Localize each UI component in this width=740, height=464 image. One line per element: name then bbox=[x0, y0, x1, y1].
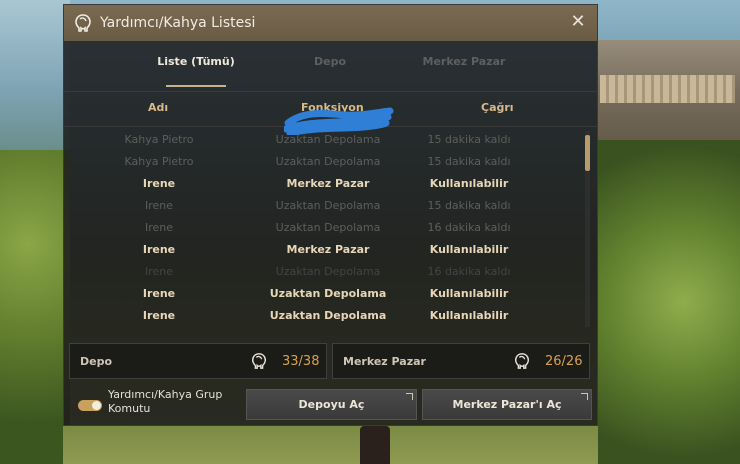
list-item[interactable]: Irene Uzaktan Depolama Kullanılabilir bbox=[64, 283, 584, 305]
butler-list: Kahya Pietro Uzaktan Depolama 15 dakika … bbox=[64, 129, 584, 333]
list-item[interactable]: Kahya Pietro Uzaktan Depolama 15 dakika … bbox=[64, 151, 584, 173]
market-count: 26/26 bbox=[545, 354, 583, 369]
group-command-label: Yardımcı/Kahya Grup Komutu bbox=[108, 388, 223, 415]
tab-bar: Liste (Tümü) Depo Merkez Pazar bbox=[64, 41, 597, 87]
column-name-header[interactable]: Adı bbox=[148, 101, 168, 114]
tab-storage[interactable]: Depo bbox=[300, 55, 360, 68]
expand-corner-icon bbox=[406, 393, 413, 400]
row-name: Irene bbox=[142, 177, 176, 190]
expand-corner-icon bbox=[581, 393, 588, 400]
open-storage-button[interactable]: Depoyu Aç bbox=[246, 389, 417, 420]
tab-list-all[interactable]: Liste (Tümü) bbox=[156, 55, 236, 68]
row-call-status: 16 dakika kaldı bbox=[427, 265, 511, 278]
butler-head-icon bbox=[250, 352, 268, 370]
close-icon[interactable]: ✕ bbox=[569, 13, 587, 31]
row-name: Irene bbox=[142, 309, 176, 322]
character-figure bbox=[360, 426, 390, 464]
tab-central-market[interactable]: Merkez Pazar bbox=[419, 55, 509, 68]
row-call-status: 16 dakika kaldı bbox=[427, 221, 511, 234]
active-tab-indicator bbox=[166, 85, 226, 87]
list-scrollbar-thumb[interactable] bbox=[585, 135, 590, 171]
row-name: Irene bbox=[144, 265, 174, 278]
butler-list-window: Yardımcı/Kahya Listesi ✕ Liste (Tümü) De… bbox=[63, 4, 598, 426]
market-label: Merkez Pazar bbox=[343, 355, 426, 368]
list-item[interactable]: Irene Uzaktan Depolama 16 dakika kaldı bbox=[64, 261, 584, 283]
window-titlebar[interactable]: Yardımcı/Kahya Listesi ✕ bbox=[64, 5, 597, 41]
row-call-status: 15 dakika kaldı bbox=[427, 133, 511, 146]
open-storage-label: Depoyu Aç bbox=[298, 398, 365, 411]
list-item[interactable]: Irene Uzaktan Depolama 16 dakika kaldı bbox=[64, 217, 584, 239]
column-call-header[interactable]: Çağrı bbox=[481, 101, 514, 114]
dock-roof-background bbox=[600, 75, 735, 103]
window-title: Yardımcı/Kahya Listesi bbox=[100, 15, 256, 31]
butler-head-icon bbox=[72, 12, 94, 34]
storage-label: Depo bbox=[80, 355, 113, 368]
row-name: Irene bbox=[142, 287, 176, 300]
sea-background bbox=[0, 0, 70, 150]
storage-count-box: Depo 33/38 bbox=[69, 343, 327, 379]
row-name: Irene bbox=[142, 243, 176, 256]
row-name: Kahya Pietro bbox=[124, 155, 194, 168]
tree-background-left bbox=[0, 150, 70, 464]
storage-count: 33/38 bbox=[282, 354, 320, 369]
row-call-status: Kullanılabilir bbox=[429, 177, 509, 190]
butler-head-icon bbox=[513, 352, 531, 370]
group-command-toggle[interactable] bbox=[78, 400, 102, 411]
row-call-status: Kullanılabilir bbox=[429, 243, 509, 256]
list-item[interactable]: Irene Uzaktan Depolama 15 dakika kaldı bbox=[64, 195, 584, 217]
list-item[interactable]: Kahya Pietro Uzaktan Depolama 15 dakika … bbox=[64, 129, 584, 151]
tree-background-right bbox=[598, 140, 740, 464]
row-call-status: 15 dakika kaldı bbox=[427, 155, 511, 168]
list-item[interactable]: Irene Uzaktan Depolama Kullanılabilir bbox=[64, 305, 584, 327]
row-call-status: Kullanılabilir bbox=[429, 287, 509, 300]
row-call-status: 15 dakika kaldı bbox=[427, 199, 511, 212]
open-market-button[interactable]: Merkez Pazar'ı Aç bbox=[422, 389, 592, 420]
ground-background bbox=[63, 426, 598, 464]
row-name: Kahya Pietro bbox=[124, 133, 194, 146]
row-call-status: Kullanılabilir bbox=[429, 309, 509, 322]
list-item[interactable]: Irene Merkez Pazar Kullanılabilir bbox=[64, 173, 584, 195]
open-market-label: Merkez Pazar'ı Aç bbox=[452, 398, 562, 411]
row-name: Irene bbox=[144, 221, 174, 234]
row-name: Irene bbox=[144, 199, 174, 212]
list-item[interactable]: Irene Merkez Pazar Kullanılabilir bbox=[64, 239, 584, 261]
market-count-box: Merkez Pazar 26/26 bbox=[332, 343, 590, 379]
